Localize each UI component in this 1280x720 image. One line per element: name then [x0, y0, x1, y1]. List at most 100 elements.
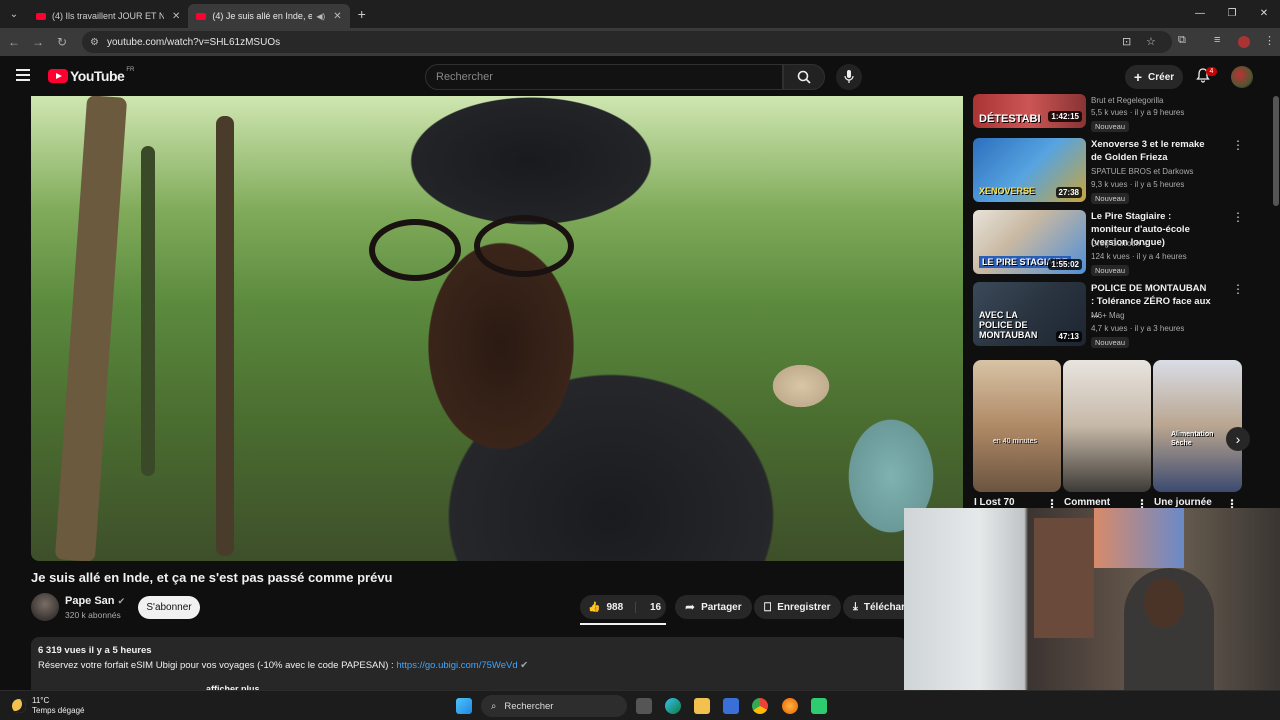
video-thumbnail[interactable]: XENOVERSE 27:38	[973, 138, 1086, 202]
more-options-icon[interactable]: ⋮	[1232, 139, 1244, 151]
create-button[interactable]: + Créer	[1125, 65, 1183, 89]
recommended-video[interactable]: LE PIRE STAGIAIRE 1:55:02 Le Pire Stagia…	[973, 210, 1244, 276]
edge-browser-icon[interactable]	[665, 698, 681, 714]
recommended-video[interactable]: XENOVERSE 27:38 Xenoverse 3 et le remake…	[973, 138, 1244, 204]
download-label: Télécharger	[863, 601, 906, 613]
like-button[interactable]: 👍 988	[580, 601, 636, 613]
logo-text: YouTube	[70, 68, 125, 84]
short-thumbnail[interactable]	[1063, 360, 1151, 492]
glasses-shape	[349, 211, 609, 281]
sidebar-scrollbar[interactable]	[1273, 96, 1279, 206]
like-count: 988	[606, 601, 624, 613]
video-player[interactable]	[31, 96, 963, 561]
reload-icon[interactable]: ↻	[50, 35, 74, 49]
short-title[interactable]: Comment	[1064, 497, 1110, 508]
close-window-icon[interactable]: ✕	[1248, 0, 1280, 28]
voice-search-button[interactable]	[836, 64, 862, 90]
bookshelf-decoration	[1034, 518, 1094, 638]
channel-name[interactable]: Pape San ✔	[65, 595, 125, 607]
hamburger-menu-icon[interactable]	[16, 69, 30, 81]
moon-weather-icon	[12, 699, 26, 713]
store-icon[interactable]	[723, 698, 739, 714]
browser-tab[interactable]: (4) Ils travaillent JOUR ET NUIT ✕	[28, 4, 188, 28]
more-options-icon[interactable]: ⋮	[1232, 211, 1244, 223]
like-dislike-group: 👍 988 16	[580, 595, 666, 619]
site-info-icon[interactable]: ⚙	[90, 37, 99, 48]
account-avatar[interactable]	[1231, 66, 1253, 88]
subscribe-button[interactable]: S'abonner	[138, 596, 200, 619]
windows-taskbar: 11°C Temps dégagé ⌕ Rechercher	[0, 690, 1280, 720]
download-button[interactable]: ⤓ Télécharger	[843, 595, 906, 619]
thumbnail-text: XENOVERSE	[979, 186, 1036, 196]
video-channel[interactable]: SPATULE BROS et Darkows	[1091, 167, 1193, 176]
firefox-icon[interactable]	[782, 698, 798, 714]
video-title[interactable]: Xenoverse 3 et le remake de Golden Friez…	[1091, 138, 1211, 164]
video-views: 4,7 k vues · il y a 3 heures	[1091, 324, 1185, 333]
taskbar-search[interactable]: ⌕ Rechercher	[481, 695, 627, 717]
browser-tab-active[interactable]: (4) Je suis allé en Inde, et ça ◀) ✕	[188, 4, 350, 28]
short-thumbnail[interactable]: en 40 minutes	[973, 360, 1061, 492]
minimize-icon[interactable]: —	[1184, 0, 1216, 28]
reading-list-icon[interactable]: ≡	[1214, 34, 1220, 46]
view-date-meta: 6 319 vues il y a 5 heures	[38, 645, 152, 656]
maximize-icon[interactable]: ❐	[1216, 0, 1248, 28]
subscriber-count: 320 k abonnés	[65, 610, 121, 620]
video-channel[interactable]: Greg Guillotin ✔	[1091, 239, 1149, 248]
speaker-icon[interactable]: ◀)	[316, 12, 325, 21]
shelf-next-arrow-icon[interactable]: ›	[1226, 427, 1250, 451]
back-icon[interactable]: ←	[2, 35, 26, 49]
close-tab-icon[interactable]: ✕	[172, 11, 180, 22]
share-button[interactable]: ➦ Partager	[675, 595, 752, 619]
chrome-icon[interactable]	[752, 698, 768, 714]
weather-widget[interactable]: 11°C Temps dégagé	[12, 696, 84, 716]
task-view-icon[interactable]	[636, 698, 652, 714]
file-explorer-icon[interactable]	[694, 698, 710, 714]
streamer-webcam-overlay	[904, 508, 1280, 700]
windows-start-icon[interactable]	[456, 698, 472, 714]
search-icon: ⌕	[491, 700, 497, 712]
microphone-icon	[844, 70, 854, 83]
install-icon[interactable]: ⊡	[1122, 35, 1131, 48]
youtube-favicon-icon	[196, 12, 207, 20]
video-channel[interactable]: Brut et Regelegorilla	[1091, 96, 1163, 105]
create-label: Créer	[1148, 71, 1175, 83]
short-title[interactable]: I Lost 70	[974, 497, 1015, 508]
tree-trunk-decoration	[54, 96, 128, 561]
description-link[interactable]: https://go.ubigi.com/75WeVd	[396, 660, 517, 671]
recommended-video[interactable]: AVEC LA POLICE DE MONTAUBAN 47:13 POLICE…	[973, 282, 1244, 348]
description-text: Réservez votre forfait eSIM Ubigi pour v…	[38, 660, 529, 671]
dislike-button[interactable]: 16	[642, 602, 661, 613]
app-icon[interactable]	[811, 698, 827, 714]
menu-dots-icon[interactable]: ⋮	[1264, 34, 1275, 47]
search-button[interactable]	[783, 64, 825, 90]
recommended-video[interactable]: DÉTESTABI 1:42:15 Brut et Regelegorilla …	[973, 94, 1243, 136]
new-tab-icon[interactable]: +	[358, 6, 366, 22]
save-button[interactable]: ⎕ Enregistrer	[754, 595, 841, 619]
channel-avatar[interactable]	[31, 593, 59, 621]
video-thumbnail[interactable]: DÉTESTABI 1:42:15	[973, 94, 1086, 128]
youtube-header: YouTube FR Rechercher + Créer 4	[0, 56, 1280, 96]
bookmark-star-icon[interactable]: ☆	[1146, 35, 1156, 48]
video-thumbnail[interactable]: LE PIRE STAGIAIRE 1:55:02	[973, 210, 1086, 274]
short-title[interactable]: Une journée	[1154, 497, 1212, 508]
more-options-icon[interactable]: ⋮	[1232, 283, 1244, 295]
extensions-icon[interactable]: ⧉	[1178, 34, 1186, 47]
profile-icon[interactable]	[1238, 36, 1250, 48]
omnibox[interactable]: ⚙ youtube.com/watch?v=SHL61zMSUOs ⊡ ☆	[82, 31, 1172, 53]
youtube-logo[interactable]: YouTube FR	[48, 67, 135, 84]
forward-icon[interactable]: →	[26, 35, 50, 49]
tab-search-button[interactable]: ⌄	[0, 0, 28, 28]
short-thumbnail[interactable]: Alimentation Sèche	[1153, 360, 1242, 492]
close-tab-icon[interactable]: ✕	[333, 11, 341, 22]
address-toolbar: ← → ↻ ⚙ youtube.com/watch?v=SHL61zMSUOs …	[0, 28, 1280, 56]
country-code: FR	[126, 67, 135, 73]
share-label: Partager	[701, 601, 742, 613]
youtube-play-icon	[48, 69, 68, 83]
window-controls: — ❐ ✕	[1184, 0, 1280, 28]
video-thumbnail[interactable]: AVEC LA POLICE DE MONTAUBAN 47:13	[973, 282, 1086, 346]
new-badge: Nouveau	[1091, 265, 1130, 276]
tab-title: (4) Ils travaillent JOUR ET NUIT	[52, 11, 164, 21]
video-channel[interactable]: M6+ Mag	[1091, 311, 1125, 320]
search-input[interactable]: Rechercher	[425, 64, 783, 90]
taskbar-search-label: Rechercher	[504, 700, 554, 712]
